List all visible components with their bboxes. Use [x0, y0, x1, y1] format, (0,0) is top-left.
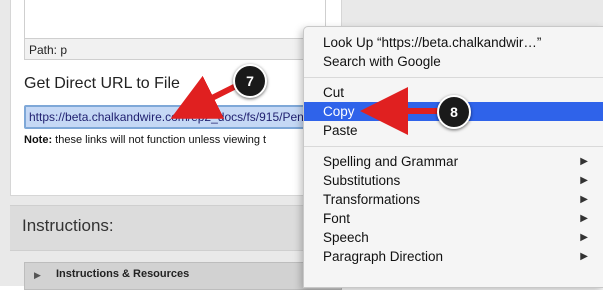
annotation-arrows	[170, 75, 445, 135]
step-8-badge: 8	[437, 95, 471, 129]
arrow-to-url-field	[170, 75, 243, 119]
step-7-badge: 7	[233, 64, 267, 98]
